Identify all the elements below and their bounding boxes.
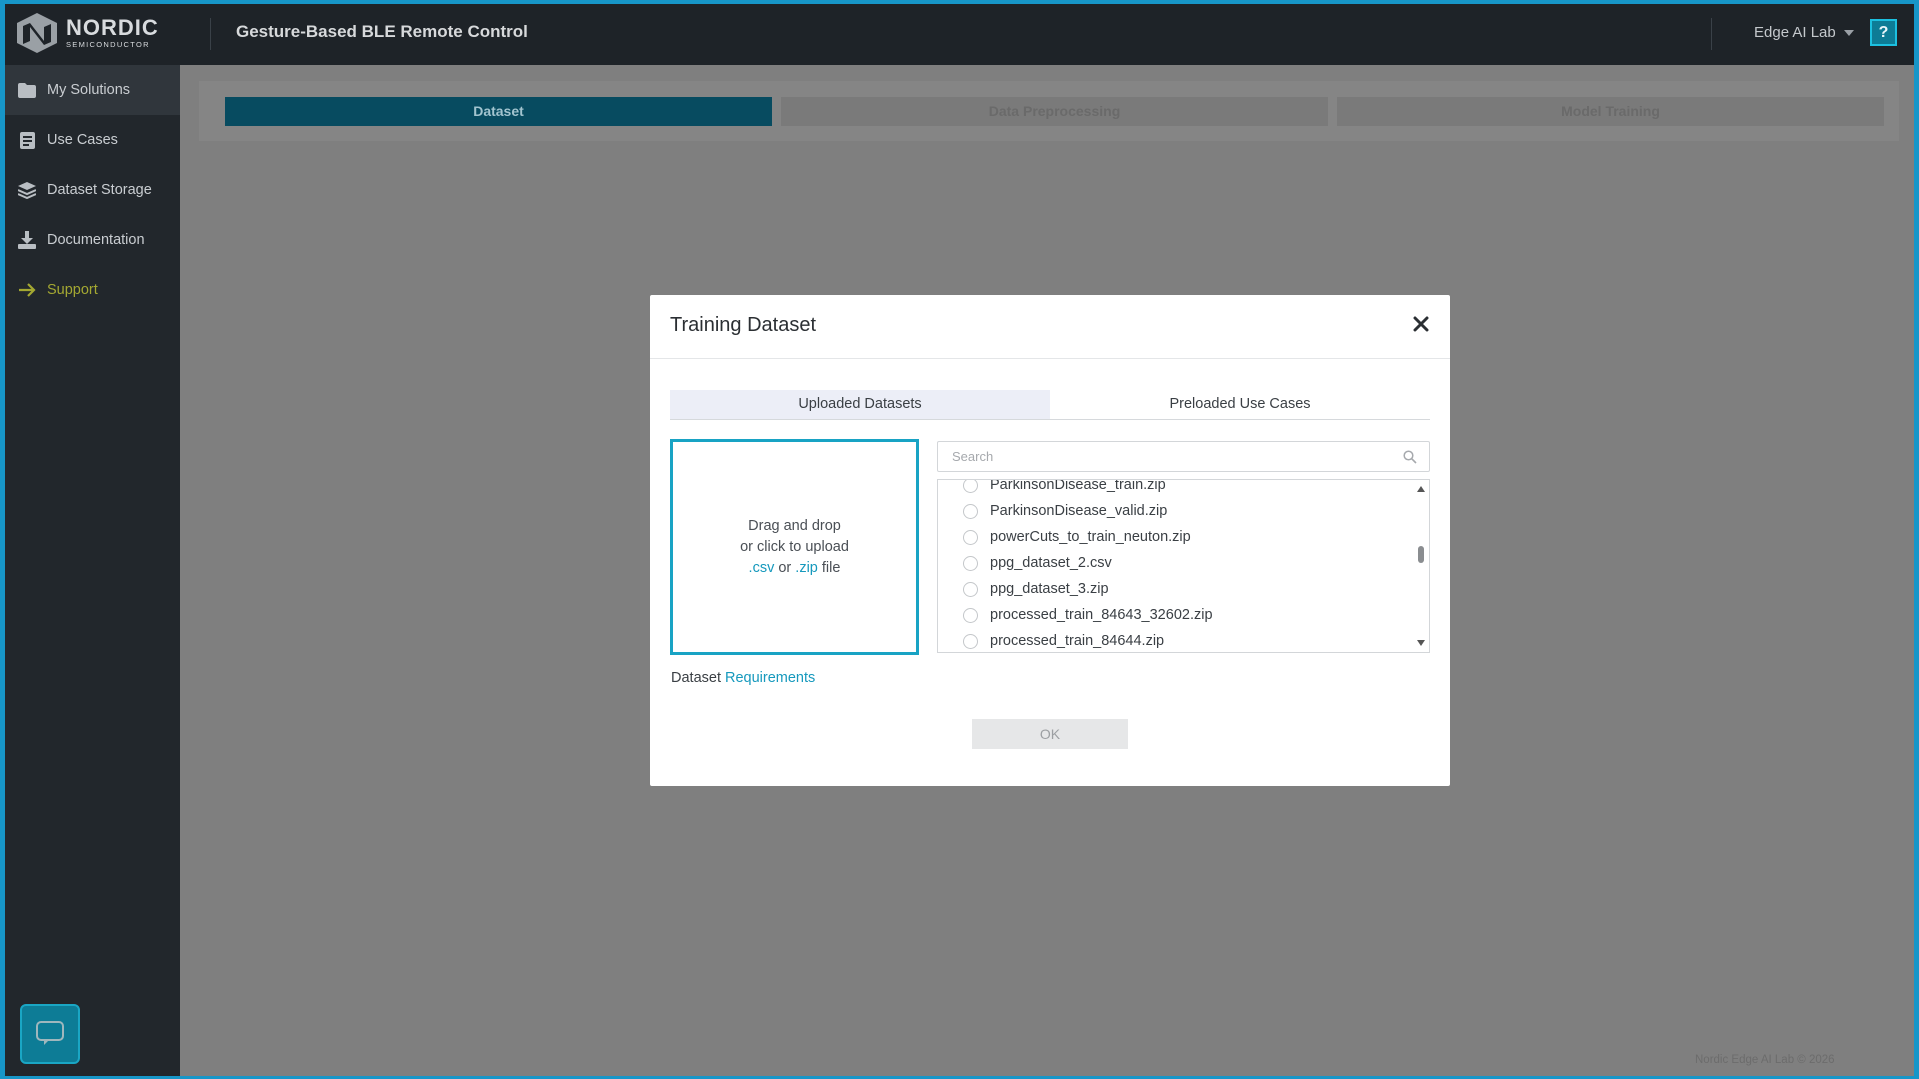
close-button[interactable] bbox=[1410, 313, 1432, 335]
modal-divider bbox=[650, 358, 1450, 359]
dropzone-line3: .csv or .zip file bbox=[749, 558, 841, 579]
ok-button[interactable]: OK bbox=[972, 719, 1128, 749]
training-dataset-modal: Training Dataset Uploaded Datasets Prelo… bbox=[650, 295, 1450, 786]
csv-extension: .csv bbox=[748, 559, 775, 576]
scroll-up-icon[interactable] bbox=[1417, 486, 1425, 492]
requirements-link[interactable]: Requirements bbox=[725, 670, 815, 686]
app-window: NORDIC SEMICONDUCTOR Gesture-Based BLE R… bbox=[5, 4, 1914, 1076]
file-items: ParkinsonDisease_train.zip ParkinsonDise… bbox=[938, 479, 1408, 652]
scroll-thumb[interactable] bbox=[1418, 546, 1424, 563]
file-name: processed_train_84643_32602.zip bbox=[990, 607, 1213, 623]
zip-extension: .zip bbox=[795, 559, 818, 576]
dropzone-line2: or click to upload bbox=[740, 538, 849, 555]
dropzone-line1: Drag and drop bbox=[748, 517, 841, 534]
upload-dropzone[interactable]: Drag and drop or click to upload .csv or… bbox=[670, 439, 919, 655]
modal-overlay[interactable]: Training Dataset Uploaded Datasets Prelo… bbox=[5, 4, 1914, 1076]
radio-button[interactable] bbox=[963, 581, 978, 597]
file-name: ppg_dataset_3.zip bbox=[990, 581, 1109, 597]
list-item[interactable]: processed_train_84644.zip bbox=[938, 628, 1408, 652]
radio-button[interactable] bbox=[963, 503, 978, 519]
search-input[interactable] bbox=[938, 442, 1429, 471]
radio-button[interactable] bbox=[963, 529, 978, 545]
list-item[interactable]: powerCuts_to_train_neuton.zip bbox=[938, 524, 1408, 550]
file-name: powerCuts_to_train_neuton.zip bbox=[990, 529, 1191, 545]
file-text: file bbox=[821, 559, 841, 576]
dataset-file-list[interactable]: ParkinsonDisease_train.zip ParkinsonDise… bbox=[937, 479, 1430, 653]
scroll-down-icon[interactable] bbox=[1417, 640, 1425, 646]
list-scrollbar[interactable] bbox=[1413, 480, 1429, 652]
list-item[interactable]: processed_train_84643_32602.zip bbox=[938, 602, 1408, 628]
search-box bbox=[937, 441, 1430, 472]
or-text: or bbox=[778, 559, 792, 576]
requirements-prefix: Dataset bbox=[671, 670, 721, 686]
modal-title: Training Dataset bbox=[670, 314, 816, 336]
file-name: ppg_dataset_2.csv bbox=[990, 555, 1112, 571]
list-item[interactable]: ppg_dataset_2.csv bbox=[938, 550, 1408, 576]
tab-uploaded-datasets[interactable]: Uploaded Datasets bbox=[670, 390, 1050, 419]
file-name: ParkinsonDisease_train.zip bbox=[990, 479, 1166, 493]
list-item[interactable]: ppg_dataset_3.zip bbox=[938, 576, 1408, 602]
list-item[interactable]: ParkinsonDisease_valid.zip bbox=[938, 498, 1408, 524]
tab-preloaded-use-cases[interactable]: Preloaded Use Cases bbox=[1050, 390, 1430, 419]
file-name: ParkinsonDisease_valid.zip bbox=[990, 503, 1168, 519]
dataset-requirements: Dataset Requirements bbox=[671, 670, 815, 686]
dataset-tabs: Uploaded Datasets Preloaded Use Cases bbox=[670, 390, 1430, 420]
list-item[interactable]: ParkinsonDisease_train.zip bbox=[938, 479, 1408, 498]
search-icon[interactable] bbox=[1403, 450, 1417, 464]
radio-button[interactable] bbox=[963, 480, 978, 493]
file-name: processed_train_84644.zip bbox=[990, 633, 1165, 649]
radio-button[interactable] bbox=[963, 607, 978, 623]
close-icon bbox=[1413, 316, 1429, 332]
radio-button[interactable] bbox=[963, 633, 978, 649]
radio-button[interactable] bbox=[963, 555, 978, 571]
